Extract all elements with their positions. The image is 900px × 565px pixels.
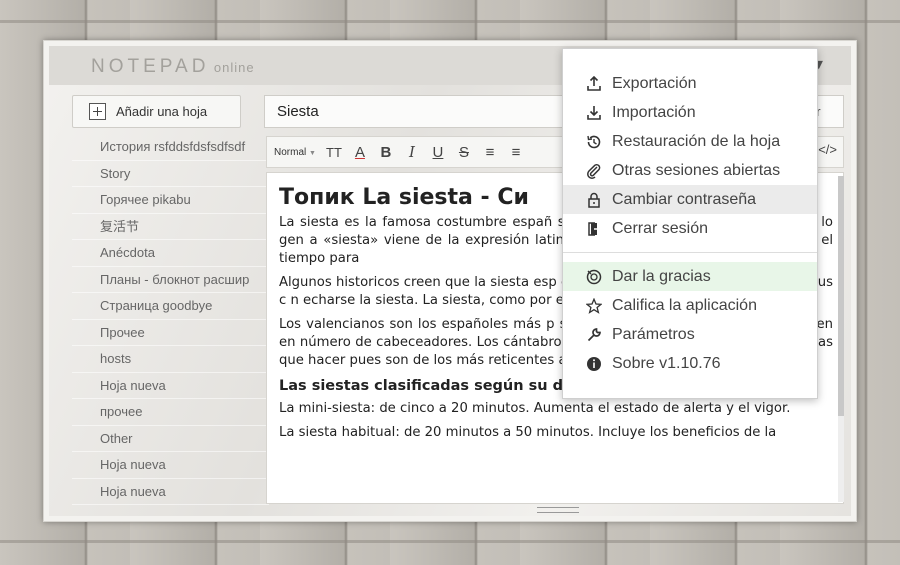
menu-item-label: Parámetros xyxy=(612,325,695,343)
sheet-item[interactable]: Other xyxy=(72,426,269,452)
logo-sub: online xyxy=(213,60,255,75)
bold-button[interactable]: B xyxy=(374,140,398,164)
menu-item-label: Cerrar sesión xyxy=(612,219,709,237)
ordered-list-button[interactable]: ≡ xyxy=(478,140,502,164)
editor-scrollbar[interactable] xyxy=(838,176,844,502)
plus-icon xyxy=(89,103,106,120)
content-paragraph: La mini-siesta: de cinco a 20 minutos. A… xyxy=(279,401,791,416)
font-size-button[interactable]: TT xyxy=(322,140,346,164)
sheet-item[interactable]: Hoja nueva xyxy=(72,452,269,479)
menu-item-thanks[interactable]: Dar la gracias xyxy=(563,262,817,291)
logo-main: NOTEPAD xyxy=(91,56,210,77)
unordered-list-button[interactable]: ≡ xyxy=(504,140,528,164)
menu-item-label: Dar la gracias xyxy=(612,267,711,285)
menu-item-rate[interactable]: Califica la aplicación xyxy=(563,291,817,320)
sheet-item[interactable]: прочее xyxy=(72,399,269,426)
menu-item-logout[interactable]: Cerrar sesión xyxy=(563,214,817,243)
menu-item-sessions[interactable]: Otras sesiones abiertas xyxy=(563,156,817,185)
sheet-item[interactable]: Прочее xyxy=(72,320,269,346)
sheet-item[interactable]: Горячее pikabu xyxy=(72,187,269,214)
sheet-item[interactable]: hosts xyxy=(72,346,269,373)
menu-item-restore[interactable]: Restauración de la hoja xyxy=(563,127,817,156)
sheet-list: История rsfddsfdsfsdfsdf Story Горячее p… xyxy=(72,134,269,505)
sheet-item[interactable]: Anécdota xyxy=(72,240,269,267)
import-icon xyxy=(585,104,602,121)
italic-button[interactable]: I xyxy=(400,140,424,164)
sheet-item[interactable]: Story xyxy=(72,161,269,187)
scrollbar-thumb[interactable] xyxy=(838,176,844,416)
add-sheet-button[interactable]: Añadir una hoja xyxy=(72,95,241,128)
format-label: Normal xyxy=(274,146,307,158)
export-icon xyxy=(585,75,602,92)
menu-item-label: Otras sesiones abiertas xyxy=(612,161,781,179)
sheet-item[interactable]: Hoja nueva xyxy=(72,373,269,399)
strikethrough-button[interactable]: S xyxy=(452,140,476,164)
main-menu-dropdown: Exportación Importación Restauración de … xyxy=(562,48,818,399)
wrench-icon xyxy=(585,326,602,343)
menu-item-label: Sobre v1.10.76 xyxy=(612,354,721,372)
font-color-button[interactable]: A xyxy=(348,140,372,164)
content-paragraph: La siesta habitual: de 20 minutos a 50 m… xyxy=(279,425,777,440)
menu-item-label: Restauración de la hoja xyxy=(612,132,781,150)
menu-item-settings[interactable]: Parámetros xyxy=(563,320,817,349)
menu-item-label: Exportación xyxy=(612,74,697,92)
menu-item-label: Importación xyxy=(612,103,696,121)
lock-icon xyxy=(585,191,602,208)
format-select[interactable]: Normal ▼ xyxy=(274,147,316,158)
sheet-item[interactable]: Hoja nueva xyxy=(72,479,269,505)
sheet-item[interactable]: 复活节 xyxy=(72,214,269,240)
background-seam xyxy=(0,540,900,543)
logout-icon xyxy=(585,220,602,237)
background-seam xyxy=(0,20,900,23)
thanks-icon xyxy=(585,268,602,285)
menu-item-label: Califica la aplicación xyxy=(612,296,757,314)
history-icon xyxy=(585,133,602,150)
menu-divider xyxy=(563,252,817,253)
sheet-item[interactable]: Страница goodbye xyxy=(72,293,269,320)
menu-item-export[interactable]: Exportación xyxy=(563,69,817,98)
paperclip-icon xyxy=(585,162,602,179)
star-icon xyxy=(585,297,602,314)
sheet-item[interactable]: Планы - блокнот расшир xyxy=(72,267,269,293)
menu-item-label: Cambiar contraseña xyxy=(612,190,757,208)
menu-item-change-password[interactable]: Cambiar contraseña xyxy=(563,185,817,214)
menu-item-import[interactable]: Importación xyxy=(563,98,817,127)
source-code-button[interactable]: </> xyxy=(818,142,837,157)
menu-item-about[interactable]: Sobre v1.10.76 xyxy=(563,349,817,378)
underline-button[interactable]: U xyxy=(426,140,450,164)
info-icon xyxy=(585,355,602,372)
app-logo: NOTEPAD online xyxy=(91,56,255,78)
add-sheet-label: Añadir una hoja xyxy=(116,104,208,119)
sheet-item[interactable]: История rsfddsfdsfsdfsdf xyxy=(72,134,269,161)
chevron-down-icon: ▼ xyxy=(309,149,316,157)
resize-handle[interactable] xyxy=(537,507,579,513)
